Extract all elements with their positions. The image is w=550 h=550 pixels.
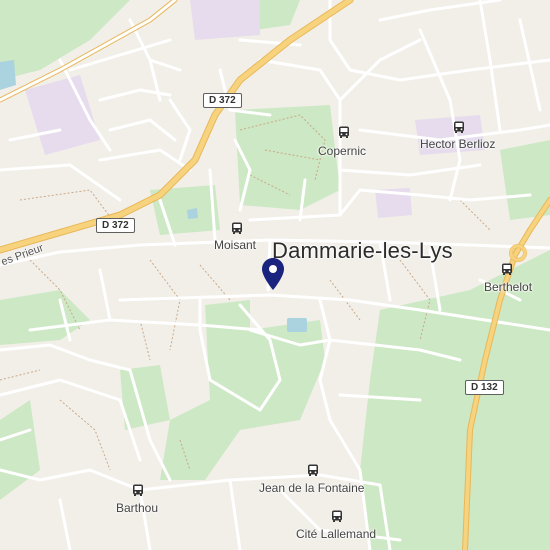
bus-stop-label: Copernic: [318, 144, 367, 158]
bus-icon[interactable]: [132, 484, 144, 496]
bus-stop-label: Moisant: [214, 238, 257, 252]
bus-stop-label: Hector Berlioz: [420, 137, 496, 151]
city-label: Dammarie-les-Lys: [272, 238, 453, 263]
bus-icon[interactable]: [338, 126, 350, 138]
road-shield-d372-top: D 372: [203, 93, 242, 108]
bus-icon[interactable]: [453, 121, 465, 133]
bus-stop-label: Berthelot: [484, 280, 533, 294]
map-view[interactable]: D 372 D 372 D 132 es Prieur Dammarie-les…: [0, 0, 550, 550]
road-shield-d372-left: D 372: [96, 218, 135, 233]
bus-stop-label: Barthou: [116, 501, 159, 515]
bus-icon[interactable]: [331, 510, 343, 522]
bus-icon[interactable]: [501, 263, 513, 275]
bus-icon[interactable]: [307, 464, 319, 476]
bus-stop-label: Cité Lallemand: [296, 527, 377, 541]
bus-stop-label: Jean de la Fontaine: [259, 481, 365, 495]
location-pin-icon[interactable]: [262, 258, 284, 290]
road-shield-d132: D 132: [465, 380, 504, 395]
bus-icon[interactable]: [231, 222, 243, 234]
